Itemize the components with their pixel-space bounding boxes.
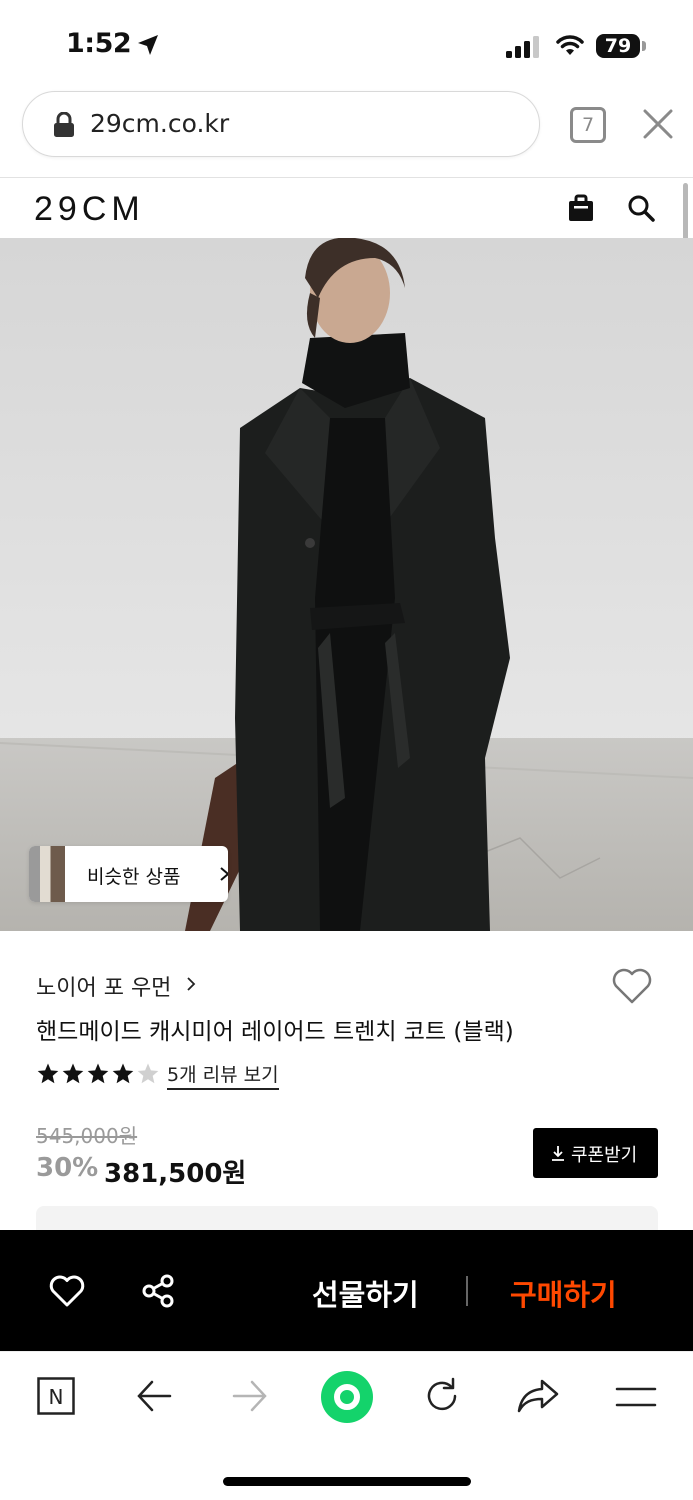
search-icon[interactable] (626, 193, 656, 223)
location-arrow-icon (138, 35, 158, 55)
tab-count-button[interactable]: 7 (570, 107, 606, 143)
similar-products-label: 비슷한 상품 (87, 866, 181, 888)
buy-button[interactable]: 구매하기 (510, 1272, 617, 1314)
wifi-icon (556, 35, 584, 55)
similar-products-button[interactable]: 비슷한 상품 (29, 846, 228, 902)
star-icon (137, 1063, 159, 1084)
refresh-icon[interactable] (422, 1376, 462, 1416)
star-icon (112, 1063, 134, 1084)
heart-icon[interactable] (48, 1274, 86, 1308)
status-time: 1:52 (66, 28, 132, 59)
heart-icon[interactable] (610, 966, 654, 1006)
close-icon[interactable] (640, 106, 676, 142)
share-icon[interactable] (140, 1273, 176, 1309)
star-icon (62, 1063, 84, 1084)
green-dot-button[interactable] (320, 1370, 374, 1424)
menu-icon[interactable] (615, 1385, 657, 1409)
home-icon-letter: N (49, 1385, 64, 1409)
forward-arrow-icon[interactable] (232, 1379, 268, 1413)
status-bar: 1:52 79 (0, 0, 693, 90)
battery-cap (642, 41, 646, 51)
star-icon (87, 1063, 109, 1084)
product-image[interactable] (0, 238, 693, 931)
shopping-bag-icon[interactable] (566, 193, 596, 223)
sale-price: 381,500원 (104, 1159, 247, 1189)
url-text: 29cm.co.kr (90, 109, 230, 138)
site-header: 29CM (0, 178, 693, 238)
similar-thumbnail (29, 846, 65, 902)
product-name: 핸드메이드 캐시미어 레이어드 트렌치 코트 (블랙) (36, 1019, 514, 1045)
brand-link[interactable]: 노이어 포 우먼 (36, 970, 171, 1002)
site-logo[interactable]: 29CM (34, 190, 145, 229)
original-price: 545,000원 (36, 1124, 138, 1148)
product-photo (0, 238, 693, 931)
review-link[interactable]: 5개 리뷰 보기 (167, 1060, 279, 1090)
home-indicator[interactable] (223, 1477, 471, 1486)
chevron-right-icon (187, 977, 196, 991)
coupon-button[interactable]: 쿠폰받기 (533, 1128, 658, 1178)
discount-rate: 30% (36, 1153, 99, 1183)
coupon-label: 쿠폰받기 (571, 1145, 638, 1166)
back-arrow-icon[interactable] (136, 1379, 172, 1413)
lock-icon (54, 112, 74, 137)
star-rating (37, 1063, 159, 1084)
naver-home-icon[interactable]: N (37, 1377, 75, 1415)
signal-icon (506, 36, 539, 58)
gift-button[interactable]: 선물하기 (312, 1272, 419, 1314)
battery-indicator: 79 (596, 34, 640, 58)
chevron-right-icon (220, 867, 228, 881)
download-icon (552, 1146, 564, 1161)
divider (466, 1276, 468, 1306)
share-arrow-icon[interactable] (517, 1378, 559, 1414)
address-bar[interactable]: 29cm.co.kr (22, 91, 540, 157)
purchase-bar: 선물하기 구매하기 (0, 1230, 693, 1351)
star-icon (37, 1063, 59, 1084)
